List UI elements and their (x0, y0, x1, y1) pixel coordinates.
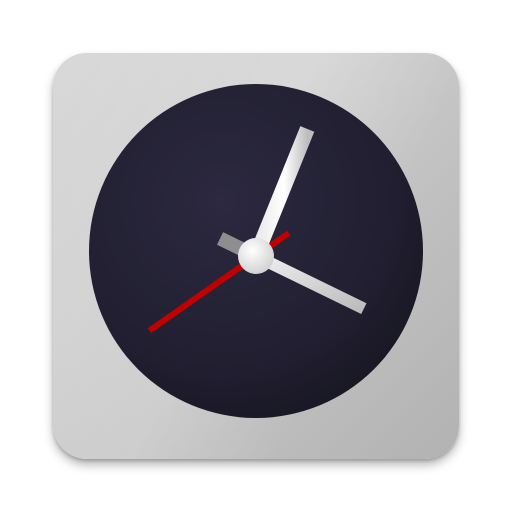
app-icon-canvas (0, 0, 512, 512)
center-cap (238, 238, 274, 274)
clock-icon (89, 84, 423, 418)
